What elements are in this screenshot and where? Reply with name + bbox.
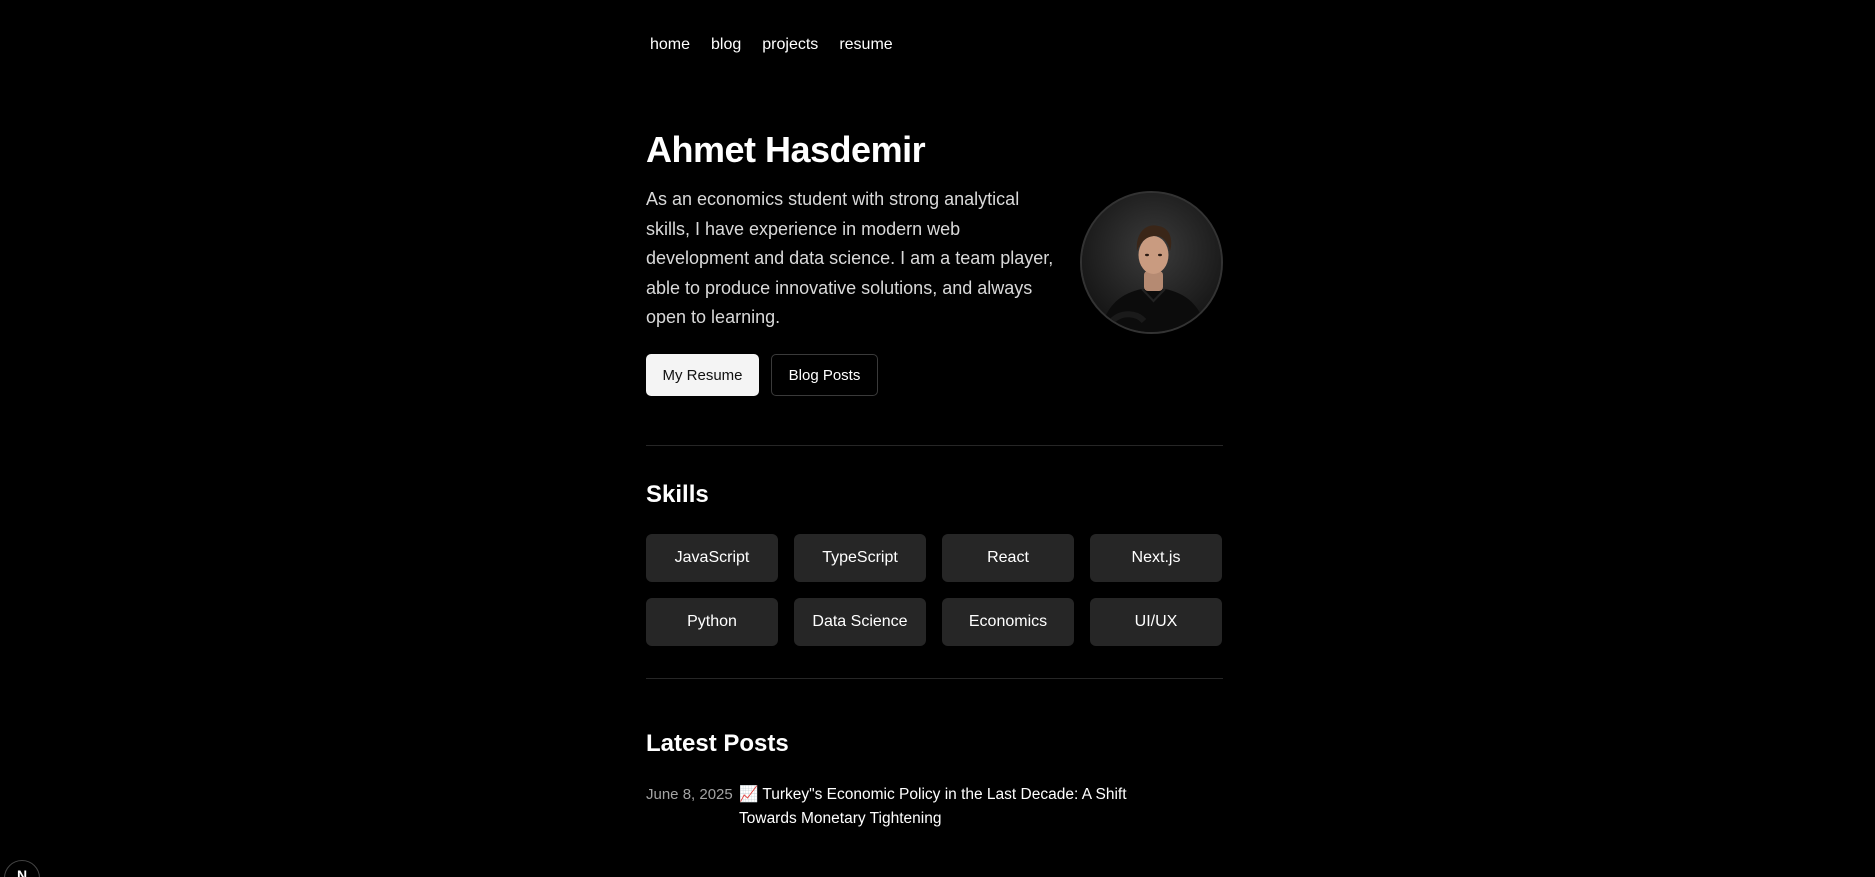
divider-skills	[646, 678, 1223, 679]
top-nav: home blog projects resume	[650, 34, 914, 56]
skills-grid: JavaScript TypeScript React Next.js Pyth…	[646, 534, 1223, 646]
skills-title: Skills	[646, 481, 709, 508]
nav-projects[interactable]: projects	[762, 34, 818, 56]
blog-posts-button[interactable]: Blog Posts	[771, 354, 878, 396]
skill-chip: Next.js	[1090, 534, 1222, 582]
post-date: June 8, 2025	[646, 786, 733, 803]
nav-home[interactable]: home	[650, 34, 690, 56]
skill-chip: Economics	[942, 598, 1074, 646]
skill-chip: Data Science	[794, 598, 926, 646]
skill-chip: React	[942, 534, 1074, 582]
divider-hero	[646, 445, 1223, 446]
page: home blog projects resume Ahmet Hasdemir…	[0, 0, 1875, 877]
nav-blog[interactable]: blog	[711, 34, 741, 56]
hero-buttons: My Resume Blog Posts	[646, 354, 878, 396]
page-title: Ahmet Hasdemir	[646, 129, 926, 170]
post-item: June 8, 2025 📈 Turkey"s Economic Policy …	[646, 783, 1223, 831]
skill-chip: JavaScript	[646, 534, 778, 582]
nextjs-logo-icon[interactable]: N	[4, 860, 40, 877]
skill-chip: UI/UX	[1090, 598, 1222, 646]
post-title-link[interactable]: 📈 Turkey"s Economic Policy in the Last D…	[739, 783, 1179, 831]
latest-posts-title: Latest Posts	[646, 730, 789, 757]
skill-chip: Python	[646, 598, 778, 646]
nav-resume[interactable]: resume	[839, 34, 892, 56]
hero-description: As an economics student with strong anal…	[646, 189, 1054, 327]
skill-chip: TypeScript	[794, 534, 926, 582]
my-resume-button[interactable]: My Resume	[646, 354, 759, 396]
avatar-photo-icon	[1082, 193, 1221, 332]
avatar	[1080, 191, 1223, 334]
